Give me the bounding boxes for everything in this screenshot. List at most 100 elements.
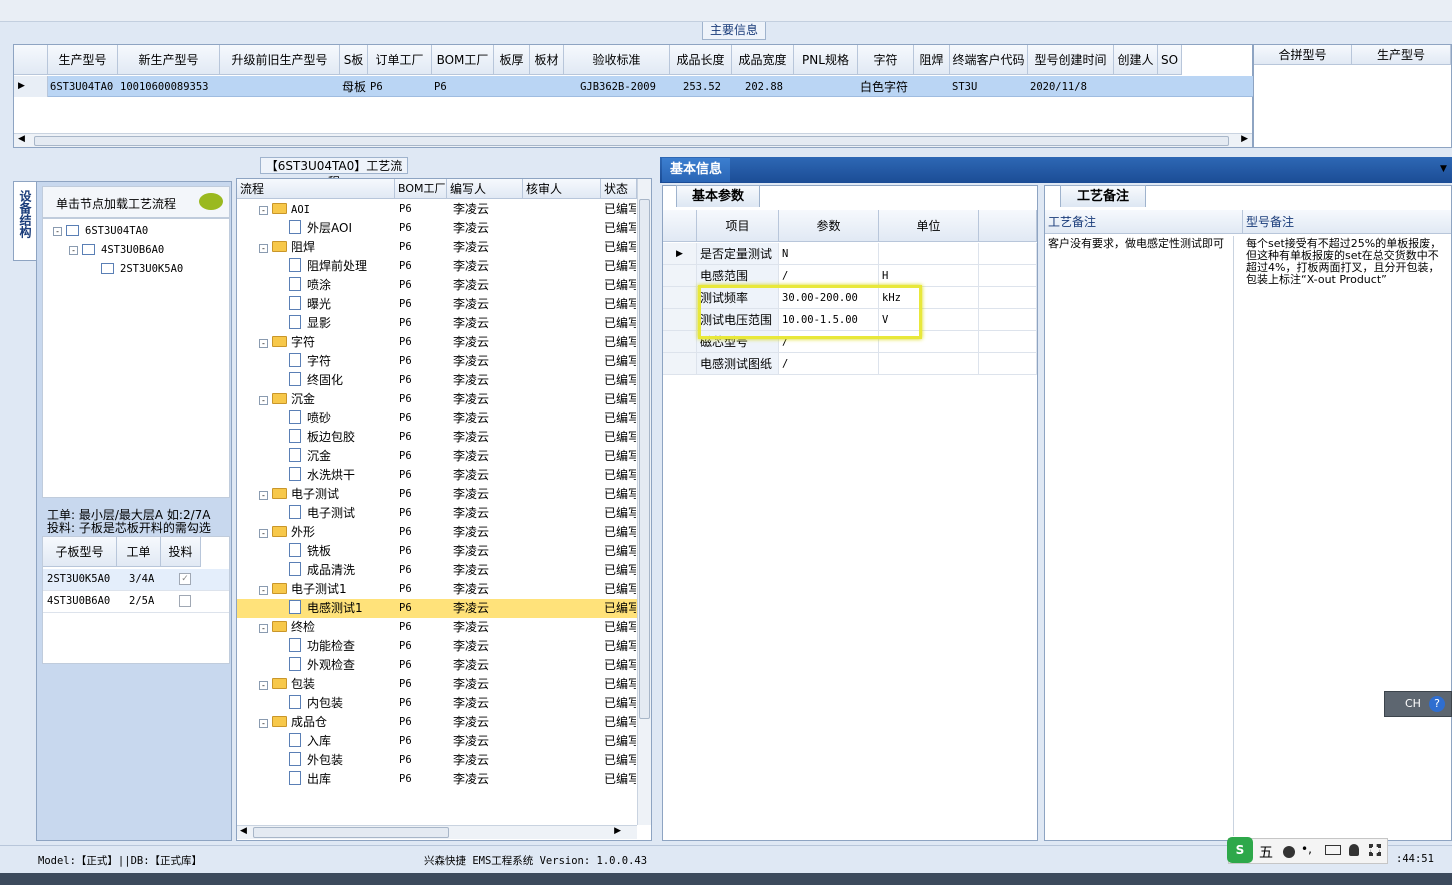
grid-icon[interactable] — [1369, 844, 1381, 856]
column-header[interactable]: BOM工厂 — [432, 45, 494, 75]
scroll-left-icon[interactable]: ◀ — [240, 826, 247, 836]
row-indicator-icon[interactable] — [663, 353, 697, 374]
row-indicator-icon[interactable] — [663, 309, 697, 330]
param-value[interactable]: / — [779, 265, 879, 286]
process-row[interactable]: 水洗烘干 P6 李凌云 已编写 — [237, 466, 637, 485]
table-cell[interactable]: 母板 — [342, 77, 368, 97]
row-indicator-icon[interactable] — [663, 331, 697, 352]
process-row[interactable]: 电子测试 P6 李凌云 已编写 — [237, 504, 637, 523]
column-header[interactable]: 生产型号 — [48, 45, 118, 75]
device-structure-tab[interactable]: 设备结构 — [13, 181, 36, 261]
fullwidth-icon[interactable] — [1283, 846, 1295, 858]
basic-params-tab[interactable]: 基本参数 — [676, 185, 760, 207]
column-header[interactable]: 成品长度 — [670, 45, 732, 75]
keyboard-icon[interactable] — [1325, 845, 1341, 855]
table-cell[interactable]: 6ST3U04TA0 — [50, 77, 118, 97]
process-row[interactable]: - 沉金 P6 李凌云 已编写 — [237, 390, 637, 409]
scroll-right-icon[interactable]: ▶ — [614, 826, 621, 836]
column-header[interactable]: 成品宽度 — [732, 45, 794, 75]
process-row[interactable]: 成品清洗 P6 李凌云 已编写 — [237, 561, 637, 580]
scroll-thumb[interactable] — [253, 827, 449, 838]
row-indicator-icon[interactable]: ▶ — [663, 243, 697, 264]
horizontal-scrollbar[interactable]: ◀ ▶ — [237, 825, 637, 839]
process-remark-tab[interactable]: 工艺备注 — [1060, 185, 1146, 207]
collapse-icon[interactable]: - — [69, 246, 78, 255]
table-cell[interactable]: 白色字符 — [860, 77, 914, 97]
scroll-left-icon[interactable]: ◀ — [18, 134, 25, 144]
process-row[interactable]: 外观检查 P6 李凌云 已编写 — [237, 656, 637, 675]
scroll-thumb[interactable] — [639, 199, 650, 719]
process-row[interactable]: - AOI P6 李凌云 已编写 — [237, 200, 637, 219]
process-row[interactable]: 喷砂 P6 李凌云 已编写 — [237, 409, 637, 428]
column-header[interactable]: 验收标准 — [564, 45, 670, 75]
process-row[interactable]: 外层AOI P6 李凌云 已编写 — [237, 219, 637, 238]
column-header[interactable]: SO — [1158, 45, 1182, 75]
process-row[interactable]: 出库 P6 李凌云 已编写 — [237, 770, 637, 789]
param-value[interactable]: / — [779, 353, 879, 374]
column-header[interactable]: 订单工厂 — [368, 45, 432, 75]
process-row[interactable]: 电感测试1 P6 李凌云 已编写 — [237, 599, 637, 618]
basic-info-tab[interactable]: 基本信息 — [662, 158, 730, 182]
process-row[interactable]: 板边包胶 P6 李凌云 已编写 — [237, 428, 637, 447]
sub-board-row[interactable]: 4ST3U0B6A0 2/5A — [43, 591, 229, 613]
process-row[interactable]: 曝光 P6 李凌云 已编写 — [237, 295, 637, 314]
ime-toolbar[interactable]: S 五 •, — [1227, 837, 1388, 864]
collapse-icon[interactable]: - — [259, 529, 268, 538]
column-header[interactable]: 字符 — [858, 45, 914, 75]
tree-node[interactable]: - 6ST3U04TA0 — [53, 225, 148, 237]
horizontal-scrollbar[interactable]: ◀ ▶ — [14, 133, 1252, 147]
user-icon[interactable] — [1349, 844, 1359, 856]
collapse-icon[interactable]: - — [259, 719, 268, 728]
table-cell[interactable]: GJB362B-2009 — [566, 77, 670, 97]
collapse-icon[interactable]: - — [259, 244, 268, 253]
remark-scrollbar[interactable] — [1233, 236, 1241, 836]
param-row[interactable]: ▶ 是否定量测试 N — [663, 243, 1037, 265]
table-cell[interactable] — [1160, 77, 1182, 97]
table-cell[interactable] — [916, 77, 950, 97]
process-row[interactable]: - 外形 P6 李凌云 已编写 — [237, 523, 637, 542]
process-row[interactable]: 入库 P6 李凌云 已编写 — [237, 732, 637, 751]
tree-node[interactable]: - 4ST3U0B6A0 — [69, 244, 164, 256]
table-cell[interactable] — [496, 77, 530, 97]
process-remark-text[interactable]: 客户没有要求，做电感定性测试即可 — [1048, 238, 1228, 250]
collapse-icon[interactable]: - — [259, 586, 268, 595]
process-row[interactable]: 喷涂 P6 李凌云 已编写 — [237, 276, 637, 295]
sub-board-row[interactable]: 2ST3U0K5A0 3/4A ✓ — [43, 569, 229, 591]
process-row[interactable]: 铣板 P6 李凌云 已编写 — [237, 542, 637, 561]
help-icon[interactable]: ? — [1429, 696, 1445, 712]
main-info-tab[interactable]: 主要信息 — [702, 22, 766, 40]
collapse-icon[interactable]: - — [259, 624, 268, 633]
column-header[interactable]: 创建人 — [1114, 45, 1158, 75]
process-row[interactable]: 功能检查 P6 李凌云 已编写 — [237, 637, 637, 656]
table-cell[interactable] — [1116, 77, 1158, 97]
process-row[interactable]: 显影 P6 李凌云 已编写 — [237, 314, 637, 333]
collapse-icon[interactable]: - — [259, 206, 268, 215]
dropdown-arrow-icon[interactable]: ▼ — [1440, 164, 1447, 174]
process-row[interactable]: - 包装 P6 李凌云 已编写 — [237, 675, 637, 694]
column-header[interactable]: 型号创建时间 — [1028, 45, 1114, 75]
table-cell[interactable]: 10010600089353 — [120, 77, 220, 97]
param-value[interactable]: N — [779, 243, 879, 264]
collapse-icon[interactable]: - — [259, 339, 268, 348]
process-row[interactable]: 外包装 P6 李凌云 已编写 — [237, 751, 637, 770]
punctuation-icon[interactable]: •, — [1301, 842, 1312, 856]
scroll-right-icon[interactable]: ▶ — [1241, 134, 1248, 144]
column-header[interactable]: 阻焊 — [914, 45, 950, 75]
feed-checkbox[interactable]: ✓ — [179, 573, 191, 585]
collapse-icon[interactable]: - — [53, 227, 62, 236]
process-row[interactable]: 内包装 P6 李凌云 已编写 — [237, 694, 637, 713]
process-row[interactable]: 沉金 P6 李凌云 已编写 — [237, 447, 637, 466]
column-header[interactable]: 终端客户代码 — [950, 45, 1028, 75]
row-indicator-icon[interactable] — [663, 265, 697, 286]
collapse-icon[interactable]: - — [259, 681, 268, 690]
language-indicator[interactable]: CH ? — [1384, 691, 1452, 717]
process-row[interactable]: - 成品仓 P6 李凌云 已编写 — [237, 713, 637, 732]
process-row[interactable]: - 阻焊 P6 李凌云 已编写 — [237, 238, 637, 257]
process-row[interactable]: - 字符 P6 李凌云 已编写 — [237, 333, 637, 352]
column-header[interactable]: 新生产型号 — [118, 45, 220, 75]
table-cell[interactable]: ST3U — [952, 77, 1028, 97]
process-row[interactable]: - 终检 P6 李凌云 已编写 — [237, 618, 637, 637]
table-cell[interactable]: 202.88 — [734, 77, 794, 97]
param-row[interactable]: 电感测试图纸 / — [663, 353, 1037, 375]
row-indicator-icon[interactable] — [663, 287, 697, 308]
